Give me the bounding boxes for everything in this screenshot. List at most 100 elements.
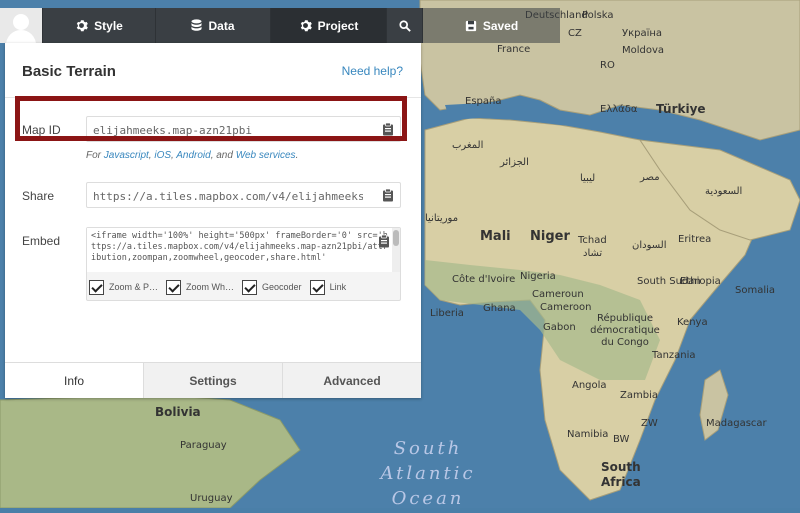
map-label: Somalia bbox=[735, 285, 776, 296]
style-label: Style bbox=[94, 18, 123, 33]
map-label: BW bbox=[613, 434, 630, 445]
embed-scroll-thumb[interactable] bbox=[393, 230, 399, 246]
map-label: Ελλάδα bbox=[600, 104, 638, 115]
map-label: Україна bbox=[622, 28, 663, 39]
map-label: République démocratique du Congo bbox=[590, 313, 660, 348]
project-button[interactable]: Project bbox=[270, 8, 386, 43]
map-label: Paraguay bbox=[180, 440, 227, 451]
map-label: ليبيا bbox=[580, 173, 596, 184]
android-link[interactable]: Android bbox=[176, 150, 210, 161]
share-label: Share bbox=[22, 189, 55, 203]
embed-scrollbar[interactable] bbox=[392, 228, 400, 272]
map-label: Türkiye bbox=[656, 102, 706, 116]
tab-advanced[interactable]: Advanced bbox=[282, 363, 421, 398]
map-label: Angola bbox=[572, 380, 607, 391]
database-icon bbox=[191, 19, 203, 32]
avatar[interactable] bbox=[0, 8, 42, 43]
data-button[interactable]: Data bbox=[155, 8, 270, 43]
map-label: Bolivia bbox=[155, 405, 201, 419]
map-label: ZW bbox=[641, 418, 658, 429]
save-icon bbox=[465, 20, 477, 32]
map-label: CZ bbox=[568, 28, 582, 39]
map-label: Eritrea bbox=[678, 234, 712, 245]
share-input[interactable] bbox=[91, 184, 365, 208]
map-label: موريتانيا bbox=[425, 213, 459, 224]
map-label: Nigeria bbox=[520, 271, 556, 282]
map-label: South Atlantic Ocean bbox=[380, 438, 476, 509]
option-label: Zoom & P… bbox=[109, 282, 159, 292]
map-label: Polska bbox=[582, 10, 614, 21]
zoom-pan-checkbox[interactable] bbox=[89, 279, 104, 295]
zoom-pan-option[interactable]: Zoom & P… bbox=[89, 277, 163, 297]
link-checkbox[interactable] bbox=[309, 279, 325, 295]
map-label: España bbox=[465, 96, 502, 107]
saved-label: Saved bbox=[482, 18, 519, 33]
sdk-suffix: . bbox=[295, 150, 299, 161]
map-label: مصر bbox=[640, 172, 660, 183]
sdk-links: For Javascript, iOS, Android, and Web se… bbox=[86, 150, 299, 161]
map-label: السودان bbox=[632, 240, 667, 251]
map-label: Liberia bbox=[430, 308, 464, 319]
map-label: RO bbox=[600, 60, 615, 71]
map-label: Tchad bbox=[578, 235, 607, 246]
gear-icon bbox=[75, 19, 88, 32]
project-title: Basic Terrain bbox=[22, 63, 116, 80]
map-label: Tanzania bbox=[652, 350, 696, 361]
clipboard-icon[interactable] bbox=[382, 188, 394, 202]
sdk-and: , and bbox=[210, 150, 233, 161]
geocoder-option[interactable]: Geocoder bbox=[242, 277, 306, 297]
option-label: Link bbox=[329, 282, 347, 292]
option-label: Zoom Wh… bbox=[186, 282, 235, 292]
link-option[interactable]: Link bbox=[309, 277, 351, 297]
map-label: المغرب bbox=[452, 140, 484, 151]
project-label: Project bbox=[317, 18, 359, 33]
map-label: Moldova bbox=[622, 45, 665, 56]
avatar-body-shape bbox=[6, 30, 36, 43]
clipboard-icon[interactable] bbox=[378, 234, 390, 248]
panel-header: Basic Terrain Need help? bbox=[5, 43, 421, 98]
map-label: Madagascar bbox=[706, 418, 767, 429]
share-field[interactable] bbox=[86, 182, 401, 208]
map-label: السعودية bbox=[705, 186, 743, 197]
data-label: Data bbox=[208, 18, 235, 33]
map-label: تشاد bbox=[583, 248, 603, 259]
need-help-link[interactable]: Need help? bbox=[342, 64, 403, 78]
gear-icon bbox=[299, 19, 312, 32]
top-toolbar: Style Data Project Saved bbox=[0, 8, 560, 43]
avatar-head-shape bbox=[13, 14, 29, 30]
map-label: Uruguay bbox=[190, 493, 233, 504]
map-label: Cameroun bbox=[532, 289, 584, 300]
map-label: France bbox=[497, 44, 531, 55]
geocoder-checkbox[interactable] bbox=[242, 279, 258, 295]
zoom-wheel-checkbox[interactable] bbox=[166, 279, 182, 295]
map-label: Niger bbox=[530, 229, 570, 244]
map-label: Ghana bbox=[483, 303, 516, 314]
tab-info[interactable]: Info bbox=[5, 363, 143, 398]
embed-options: Zoom & P… Zoom Wh… Geocoder Link bbox=[89, 277, 351, 297]
map-label: Namibia bbox=[567, 429, 609, 440]
map-label: Gabon bbox=[543, 322, 576, 333]
map-label: Côte d'Ivoire bbox=[452, 274, 516, 285]
map-label: Cameroon bbox=[540, 302, 592, 313]
map-label: Ethiopia bbox=[680, 276, 721, 287]
tab-settings[interactable]: Settings bbox=[143, 363, 282, 398]
search-icon bbox=[398, 19, 411, 32]
map-label: Kenya bbox=[677, 317, 708, 328]
panel-tabs: Info Settings Advanced bbox=[5, 362, 421, 398]
search-button[interactable] bbox=[386, 8, 422, 43]
map-id-highlight-box bbox=[15, 96, 407, 141]
map-label: Mali bbox=[480, 229, 511, 244]
web-services-link[interactable]: Web services bbox=[236, 150, 296, 161]
map-label: Zambia bbox=[620, 390, 658, 401]
map-label: الجزائر bbox=[500, 157, 529, 168]
project-panel: Basic Terrain Need help? Map ID For Java… bbox=[5, 43, 421, 398]
zoom-wheel-option[interactable]: Zoom Wh… bbox=[166, 277, 239, 297]
option-label: Geocoder bbox=[262, 282, 302, 292]
javascript-link[interactable]: Javascript bbox=[104, 150, 149, 161]
ios-link[interactable]: iOS bbox=[154, 150, 171, 161]
embed-code[interactable]: <iframe width='100%' height='500px' fram… bbox=[87, 228, 392, 272]
saved-button[interactable]: Saved bbox=[422, 8, 560, 43]
embed-box: <iframe width='100%' height='500px' fram… bbox=[86, 227, 401, 301]
style-button[interactable]: Style bbox=[42, 8, 155, 43]
map-label: South Africa bbox=[601, 460, 641, 489]
